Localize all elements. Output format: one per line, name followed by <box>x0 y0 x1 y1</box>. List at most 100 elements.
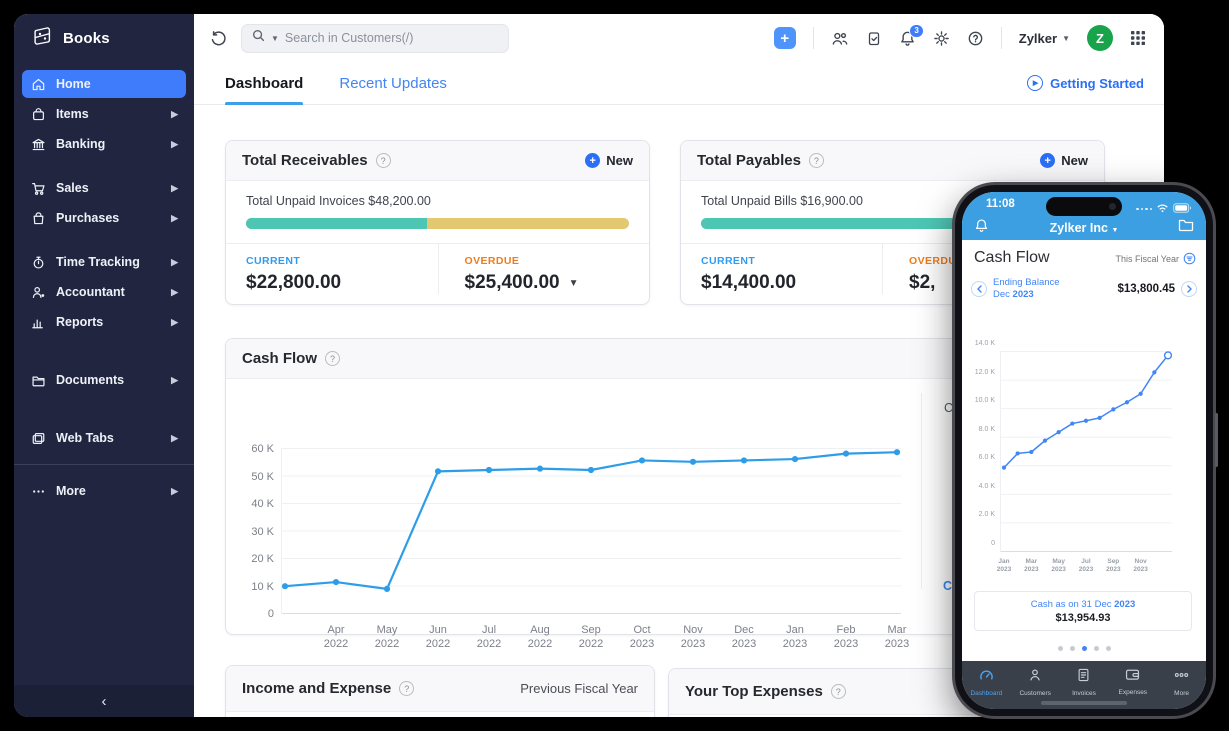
sidebar-item-more[interactable]: More▶ <box>22 477 186 505</box>
referral-users-icon[interactable] <box>831 30 849 47</box>
phone-nav-dashboard[interactable]: Dashboard <box>962 668 1011 709</box>
sales-icon <box>30 180 46 196</box>
sidebar-item-items[interactable]: Items▶ <box>22 100 186 128</box>
x-axis-tick-label: Feb2023 <box>822 624 870 651</box>
new-bill-button[interactable]: + New <box>1040 153 1088 168</box>
phone-mockup: 11:08 <box>955 185 1213 716</box>
sidebar-item-sales[interactable]: Sales ▶ <box>22 174 186 202</box>
apps-grid-icon[interactable] <box>1130 30 1146 46</box>
phone-nav-label: Dashboard <box>970 690 1002 697</box>
new-label: New <box>606 153 633 168</box>
dynamic-island <box>1046 197 1122 216</box>
org-selector[interactable]: Zylker ▼ <box>1019 31 1070 46</box>
more-icon <box>30 483 46 499</box>
topbar-divider <box>1001 27 1002 49</box>
reports-icon <box>30 314 46 330</box>
help-circle-icon[interactable]: ? <box>831 684 846 699</box>
expenses-icon <box>1125 668 1140 686</box>
phone-status-header: 11:08 <box>962 192 1206 240</box>
user-avatar[interactable]: Z <box>1087 25 1113 51</box>
books-logo-icon <box>32 25 54 52</box>
sidebar-item-label: Accountant <box>56 285 125 299</box>
chevron-right-icon: ▶ <box>171 213 178 224</box>
quick-create-button[interactable]: + <box>774 27 796 49</box>
phone-nav-more[interactable]: More <box>1157 668 1206 709</box>
x-axis-tick-label: Jun2022 <box>414 624 462 651</box>
fiscal-year-filter[interactable]: Previous Fiscal Year <box>520 681 638 696</box>
help-icon[interactable] <box>967 30 984 47</box>
sidebar-item-purchases[interactable]: Purchases ▶ <box>22 204 186 232</box>
chevron-right-icon: ▶ <box>171 183 178 194</box>
tab-row: Dashboard Recent Updates ▶ Getting Start… <box>194 62 1164 105</box>
search-icon <box>252 29 265 47</box>
page-dot[interactable] <box>1058 646 1063 651</box>
brand-name: Books <box>63 30 110 47</box>
phone-side-button <box>1215 413 1218 467</box>
filter-icon <box>1183 252 1196 265</box>
status-time: 11:08 <box>986 198 1015 210</box>
getting-started-link[interactable]: ▶ Getting Started <box>1027 75 1144 91</box>
card-title: Your Top Expenses <box>685 683 823 700</box>
subscription-clipboard-icon[interactable] <box>866 30 882 47</box>
overdue-dropdown-caret-icon[interactable]: ▼ <box>569 278 579 289</box>
tab-dashboard[interactable]: Dashboard <box>225 62 303 104</box>
notifications-bell-icon[interactable]: 3 <box>899 30 916 47</box>
search-scope-caret-icon[interactable]: ▼ <box>271 34 279 43</box>
phone-org-selector[interactable]: Zylker Inc ▼ <box>962 221 1206 235</box>
phone-period-filter[interactable]: This Fiscal Year <box>1115 252 1196 265</box>
phone-nav-label: Invoices <box>1072 690 1096 697</box>
app-logo[interactable]: Books <box>14 14 194 62</box>
chevron-right-icon: ▶ <box>171 375 178 386</box>
search-input[interactable] <box>285 31 498 45</box>
sidebar-item-home[interactable]: Home <box>22 70 186 98</box>
banking-icon <box>30 136 46 152</box>
global-search[interactable]: ▼ <box>241 24 509 53</box>
x-axis-tick-label: Jan2023 <box>989 558 1019 574</box>
page-indicator-dots <box>962 646 1206 651</box>
x-axis-tick-label: Aug2022 <box>516 624 564 651</box>
play-icon: ▶ <box>1027 75 1043 91</box>
page-dot[interactable] <box>1106 646 1111 651</box>
y-axis-tick-label: 40 K <box>226 498 274 510</box>
sidebar-item-documents[interactable]: Documents▶ <box>22 366 186 394</box>
next-month-button[interactable] <box>1181 281 1197 297</box>
page-dot-active[interactable] <box>1082 646 1087 651</box>
sidebar-item-web-tabs[interactable]: Web Tabs▶ <box>22 424 186 452</box>
previous-month-button[interactable] <box>971 281 987 297</box>
recent-history-icon[interactable] <box>210 30 227 47</box>
invoices-icon <box>1077 668 1090 687</box>
card-title: Total Payables <box>697 152 801 169</box>
documents-icon <box>30 372 46 388</box>
sidebar-item-reports[interactable]: Reports▶ <box>22 308 186 336</box>
accountant-icon <box>30 284 46 300</box>
sidebar-divider <box>14 464 194 465</box>
sidebar-collapse-button[interactable]: ‹ <box>14 685 194 717</box>
cash-flow-line-chart <box>281 448 901 614</box>
sidebar-item-label: Items <box>56 107 89 121</box>
fiscal-year-dropdown-clipped[interactable]: C <box>944 401 953 415</box>
sidebar-item-banking[interactable]: Banking▶ <box>22 130 186 158</box>
period-label: This Fiscal Year <box>1115 254 1179 264</box>
page-dot[interactable] <box>1070 646 1075 651</box>
x-axis-tick-label: Dec2023 <box>720 624 768 651</box>
sidebar: Books HomeItems▶Banking▶Sales▶Purchases▶… <box>14 14 194 717</box>
tab-recent-updates[interactable]: Recent Updates <box>339 62 447 104</box>
help-circle-icon[interactable]: ? <box>809 153 824 168</box>
page-dot[interactable] <box>1094 646 1099 651</box>
sidebar-item-label: Home <box>56 77 91 91</box>
help-circle-icon[interactable]: ? <box>376 153 391 168</box>
x-axis-tick-label: Apr2022 <box>312 624 360 651</box>
topbar-divider <box>813 27 814 49</box>
sidebar-item-time-tracking[interactable]: Time Tracking▶ <box>22 248 186 276</box>
home-indicator <box>1041 701 1127 705</box>
settings-gear-icon[interactable] <box>933 30 950 47</box>
new-invoice-button[interactable]: + New <box>585 153 633 168</box>
help-circle-icon[interactable]: ? <box>399 681 414 696</box>
purchases-icon <box>30 210 46 226</box>
sidebar-item-label: Purchases <box>56 211 119 225</box>
sidebar-item-accountant[interactable]: Accountant▶ <box>22 278 186 306</box>
help-circle-icon[interactable]: ? <box>325 351 340 366</box>
sidebar-item-label: Sales <box>56 181 89 195</box>
plus-icon: + <box>1040 153 1055 168</box>
sidebar-item-label: Web Tabs <box>56 431 114 445</box>
